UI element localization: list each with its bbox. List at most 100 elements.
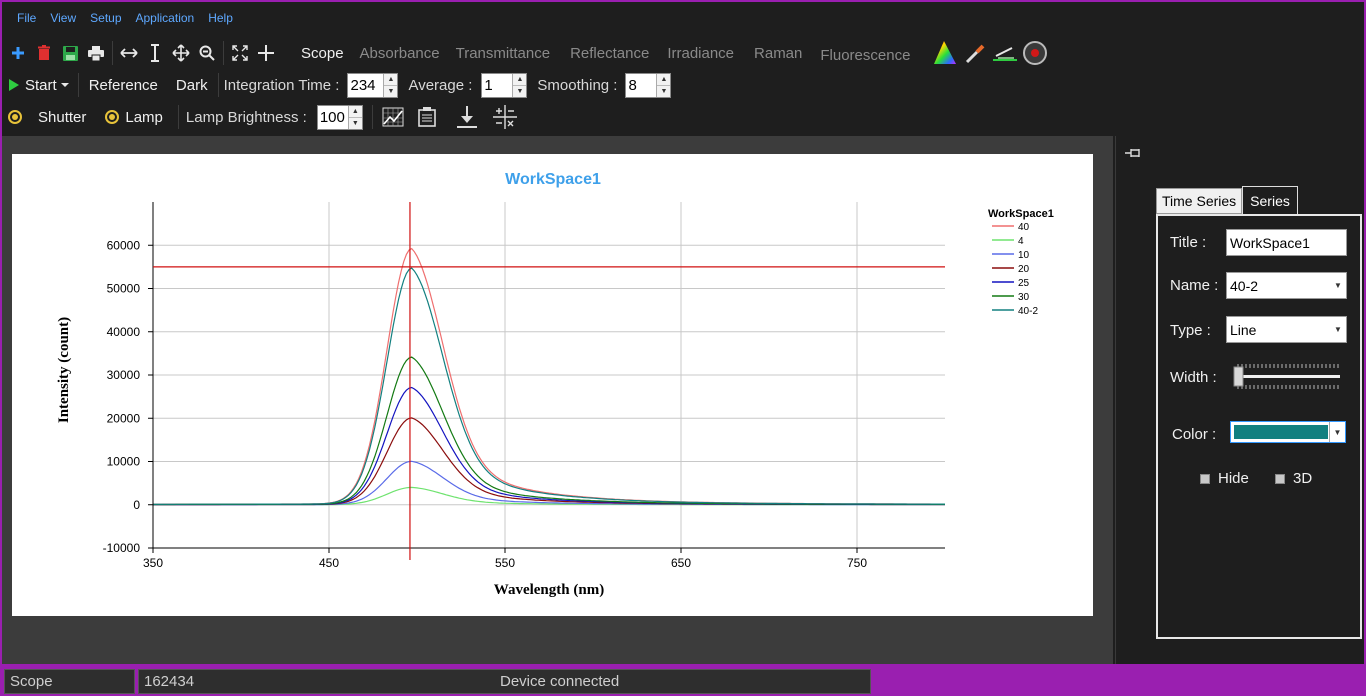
width-label: Width : — [1170, 369, 1217, 386]
stepper-up-icon[interactable]: ▲ — [657, 73, 671, 85]
play-icon[interactable] — [8, 79, 20, 91]
legend-item: 30 — [1018, 292, 1030, 303]
status-serial-number: 162434 — [144, 673, 195, 690]
menu-setup[interactable]: Setup — [83, 11, 128, 25]
lamp-brightness-stepper[interactable]: 100 ▲ ▼ — [316, 104, 363, 130]
workspace-area: 350 450 550 650 750 -10000 0 10000 20000 30000 400… — [2, 136, 1113, 664]
panel-tabs: Time Series Series — [1156, 186, 1298, 214]
chevron-down-icon[interactable]: ▼ — [1330, 317, 1346, 342]
fit-height-icon[interactable] — [142, 40, 168, 66]
pan-icon[interactable] — [168, 40, 194, 66]
fit-width-icon[interactable] — [116, 40, 142, 66]
toolbar-separator — [217, 73, 219, 97]
average-stepper[interactable]: 1 ▲ ▼ — [481, 72, 528, 98]
type-value: Line — [1230, 321, 1257, 338]
menu-application[interactable]: Application — [129, 11, 202, 25]
legend-item: 25 — [1018, 278, 1030, 289]
shutter-label[interactable]: Shutter — [28, 109, 93, 126]
print-icon[interactable] — [83, 40, 109, 66]
mode-reflectance[interactable]: Reflectance — [562, 45, 657, 62]
tab-time-series[interactable]: Time Series — [1156, 188, 1243, 214]
pipette-icon[interactable] — [962, 40, 988, 66]
name-value: 40-2 — [1230, 277, 1259, 294]
mode-fluorescence[interactable]: Fluorescence — [812, 47, 918, 64]
stepper-down-icon[interactable]: ▼ — [657, 84, 671, 97]
smoothing-stepper[interactable]: 8 ▲ ▼ — [625, 72, 672, 98]
series-line — [153, 386, 945, 506]
legend-item: 4 — [1018, 236, 1024, 247]
mode-irradiance[interactable]: Irradiance — [659, 45, 742, 62]
baseline-icon[interactable] — [992, 40, 1018, 66]
mode-scope[interactable]: Scope — [293, 45, 352, 62]
x-tick-label: 350 — [143, 556, 163, 570]
download-icon[interactable] — [454, 104, 480, 130]
lamp-brightness-value: 100 — [319, 108, 345, 126]
title-input[interactable]: WorkSpace1 — [1226, 229, 1347, 256]
3d-checkbox-box[interactable] — [1275, 473, 1285, 484]
menu-view[interactable]: View — [43, 11, 83, 25]
y-axis-label: Intensity (count) — [56, 317, 72, 423]
stepper-up-icon[interactable]: ▲ — [384, 73, 398, 85]
dark-button[interactable]: Dark — [169, 77, 215, 94]
add-icon[interactable] — [5, 40, 31, 66]
stepper-up-icon[interactable]: ▲ — [348, 105, 362, 117]
chevron-down-icon[interactable]: ▼ — [1330, 273, 1346, 298]
menu-help[interactable]: Help — [201, 11, 240, 25]
save-icon[interactable] — [57, 40, 83, 66]
stepper-down-icon[interactable]: ▼ — [348, 116, 362, 129]
name-select[interactable]: 40-2 ▼ — [1226, 272, 1347, 299]
smoothing-value: 8 — [628, 76, 637, 94]
hide-checkbox[interactable]: Hide — [1200, 470, 1249, 487]
stepper-down-icon[interactable]: ▼ — [513, 84, 527, 97]
menu-bar: File View Setup Application Help — [2, 2, 1364, 34]
clipboard-icon[interactable] — [414, 104, 440, 130]
y-tick-label: 50000 — [107, 282, 141, 296]
legend-title: WorkSpace1 — [988, 208, 1054, 220]
fit-all-icon[interactable] — [227, 40, 253, 66]
zoom-out-icon[interactable] — [194, 40, 220, 66]
lamp-radio[interactable] — [105, 110, 120, 124]
chevron-down-icon[interactable]: ▼ — [1329, 422, 1345, 442]
start-button[interactable]: Start — [20, 77, 64, 94]
stepper-up-icon[interactable]: ▲ — [513, 73, 527, 85]
chart-panel[interactable]: 350 450 550 650 750 -10000 0 10000 20000 30000 400… — [12, 154, 1093, 616]
status-mode: Scope — [4, 669, 135, 694]
width-slider[interactable] — [1232, 360, 1344, 394]
series-line — [153, 247, 945, 505]
delete-icon[interactable] — [31, 40, 57, 66]
pin-icon[interactable] — [1124, 146, 1142, 162]
mode-raman[interactable]: Raman — [746, 45, 810, 62]
spectrum-chart[interactable]: 350 450 550 650 750 -10000 0 10000 20000 30000 400… — [12, 154, 1093, 616]
type-label: Type : — [1170, 322, 1211, 339]
mode-transmittance[interactable]: Transmittance — [448, 45, 558, 62]
y-tick-label: 40000 — [107, 325, 141, 339]
menu-file[interactable]: File — [10, 11, 43, 25]
crosshair-icon[interactable] — [253, 40, 279, 66]
mode-absorbance[interactable]: Absorbance — [352, 45, 448, 62]
main-window: File View Setup Application Help Scope A… — [2, 2, 1364, 664]
y-tick-label: 0 — [133, 498, 140, 512]
reference-button[interactable]: Reference — [82, 77, 165, 94]
record-icon[interactable] — [1022, 40, 1048, 66]
toolbar-lamp: Shutter Lamp Lamp Brightness : 100 ▲ ▼ — [2, 102, 1364, 132]
shutter-radio[interactable] — [8, 110, 22, 124]
tab-series[interactable]: Series — [1242, 186, 1298, 214]
hide-checkbox-box[interactable] — [1200, 473, 1210, 484]
title-value: WorkSpace1 — [1230, 234, 1310, 251]
x-tick-label: 750 — [847, 556, 867, 570]
3d-checkbox[interactable]: 3D — [1275, 470, 1312, 487]
lamp-brightness-label: Lamp Brightness : — [185, 108, 307, 126]
width-slider-thumb[interactable] — [1233, 366, 1244, 387]
grid-chart-icon[interactable] — [380, 104, 406, 130]
color-picker[interactable]: ▼ — [1230, 421, 1346, 443]
type-select[interactable]: Line ▼ — [1226, 316, 1347, 343]
integration-time-stepper[interactable]: 234 ▲ ▼ — [347, 72, 399, 98]
lamp-label[interactable]: Lamp — [125, 109, 170, 126]
math-ops-icon[interactable] — [492, 104, 518, 130]
series-line — [153, 486, 945, 506]
color-prism-icon[interactable] — [932, 40, 958, 66]
series-settings: Title : WorkSpace1 Name : 40-2 ▼ Type : … — [1156, 214, 1362, 639]
chevron-down-icon[interactable] — [60, 82, 70, 88]
hide-label: Hide — [1218, 470, 1249, 487]
stepper-down-icon[interactable]: ▼ — [384, 84, 398, 97]
